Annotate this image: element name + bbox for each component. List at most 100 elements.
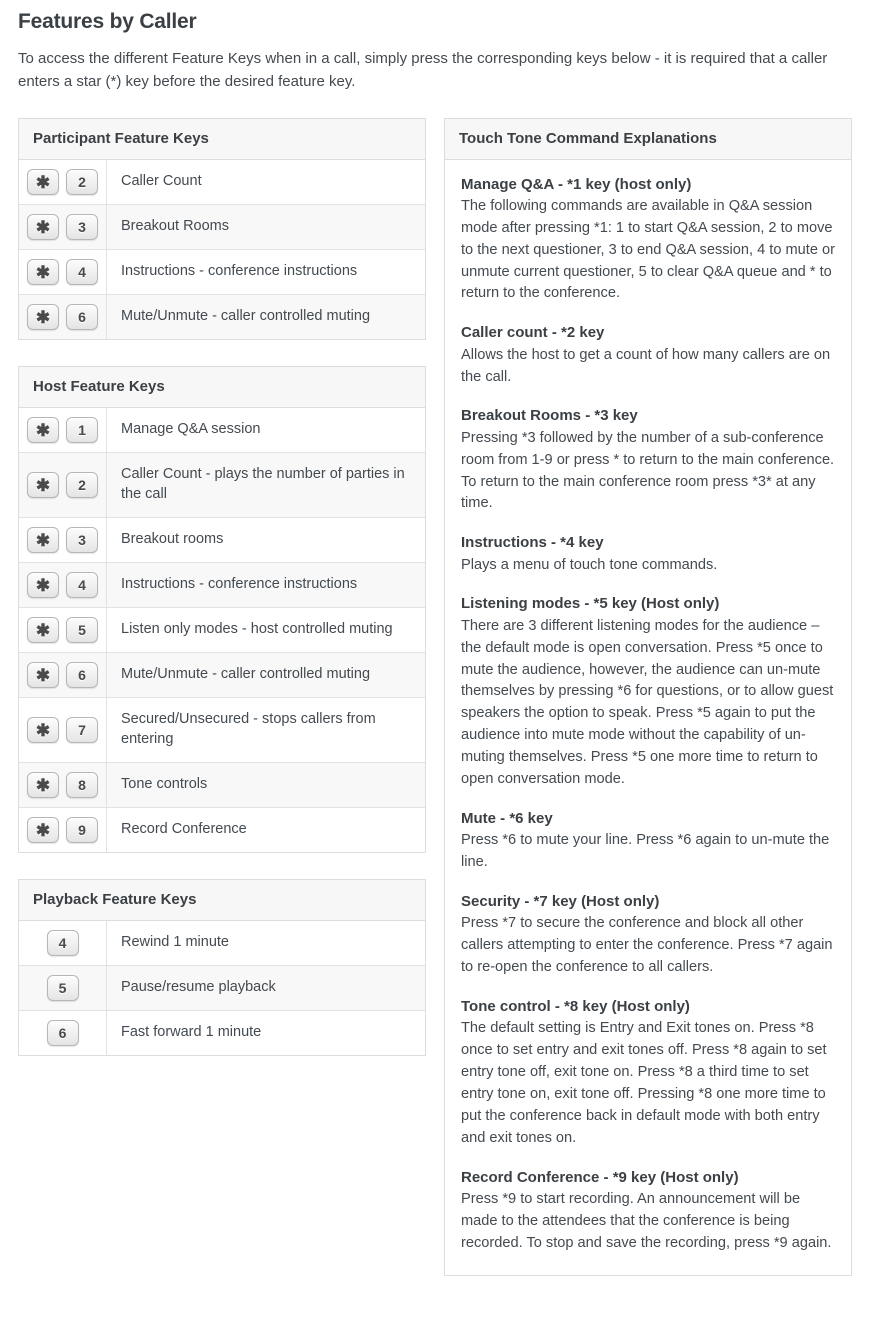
explanation-block: Record Conference - *9 key (Host only) Pr… [461,1167,835,1255]
feature-description: Instructions - conference instructions [121,262,358,279]
explanation-text: There are 3 different listening modes fo… [461,617,834,787]
star-key-icon: ✱ [27,571,59,598]
key-6-icon: 6 [66,661,98,688]
table-row: ✱ 2 Caller Count - plays the number of par… [19,452,425,518]
key-1-icon: 1 [66,416,98,443]
explanation-block: Mute - *6 key Press *6 to mute your line.… [461,808,835,874]
key-4-icon: 4 [46,929,79,956]
touch-tone-explanations-panel: Touch Tone Command Explanations Manage Q… [444,117,852,1276]
table-row: ✱ 6 Mute/Unmute - caller controlled muting [19,294,425,339]
feature-description: Breakout rooms [121,530,224,547]
content-columns: Participant Feature Keys ✱ 2 Caller Count ✱ 3… [0,94,896,1302]
key-combination-cell: ✱ 8 [19,762,107,807]
explanation-text: Pressing *3 followed by the number of a … [461,429,835,512]
star-key-icon: ✱ [27,716,59,743]
explanation-text: Press *9 to start recording. An announce… [461,1190,832,1251]
explanation-block: Manage Q&A - *1 key (host only) The follo… [461,174,835,306]
explanation-title: Listening modes - *5 key (Host only) [461,595,720,613]
participant-feature-keys-body: ✱ 2 Caller Count ✱ 3 Breakout Rooms ✱ 4 Instruct… [19,159,425,339]
key-7-icon: 7 [66,716,98,743]
explanation-text: The following commands are available in … [461,197,835,302]
feature-description: Pause/resume playback [121,979,276,996]
star-key-icon: ✱ [27,661,59,688]
key-combination-cell: ✱ 5 [19,607,107,652]
feature-description: Rewind 1 minute [121,934,229,951]
playback-feature-keys-body: 4 Rewind 1 minute 5 Pause/resume playback 6 F… [19,920,425,1055]
key-2-icon: 2 [66,168,98,195]
explanation-text: Press *7 to secure the conference and bl… [461,915,833,976]
host-feature-keys-header: Host Feature Keys [19,366,425,408]
star-key-icon: ✱ [27,213,59,240]
feature-description: Instructions - conference instructions [121,575,358,592]
table-row: ✱ 4 Instructions - conference instructions [19,562,425,608]
panel-playback-feature-keys: Playback Feature Keys 4 Rewind 1 minute 5 Pa… [18,878,426,1056]
table-row: ✱ 7 Secured/Unsecured - stops callers from… [19,697,425,763]
key-combination-cell: ✱ 6 [19,294,107,339]
explanations-panel-header: Touch Tone Command Explanations [445,118,851,160]
feature-description: Record Conference [121,821,247,838]
key-5-icon: 5 [46,974,79,1001]
explanation-text: The default setting is Entry and Exit to… [461,1020,827,1146]
key-combination-cell: 4 [19,920,107,965]
explanation-text: Allows the host to get a count of how ma… [461,346,831,385]
key-4-icon: 4 [66,571,98,598]
key-3-icon: 3 [66,213,98,240]
feature-description: Mute/Unmute - caller controlled muting [121,665,371,682]
table-row: ✱ 4 Instructions - conference instructions [19,249,425,295]
star-key-icon: ✱ [27,258,59,285]
feature-description: Tone controls [121,776,208,793]
panel-participant-feature-keys: Participant Feature Keys ✱ 2 Caller Count ✱ 3… [18,117,426,340]
key-5-icon: 5 [66,616,98,643]
table-row: ✱ 2 Caller Count [19,159,425,205]
key-combination-cell: 5 [19,965,107,1010]
explanation-text: Press *6 to mute your line. Press *6 aga… [461,832,830,871]
table-row: ✱ 6 Mute/Unmute - caller controlled muting [19,652,425,698]
star-key-icon: ✱ [27,771,59,798]
key-combination-cell: ✱ 2 [19,452,107,517]
feature-description: Caller Count - plays the number of parti… [121,465,405,503]
explanation-text: Plays a menu of touch tone commands. [461,556,718,573]
key-combination-cell: ✱ 2 [19,159,107,204]
key-8-icon: 8 [66,771,98,798]
explanation-block: Security - *7 key (Host only) Press *7 to… [461,891,835,979]
intro-section: Features by Caller To access the differe… [0,0,896,94]
explanation-title: Breakout Rooms - *3 key [461,407,638,425]
star-key-icon: ✱ [27,616,59,643]
key-combination-cell: ✱ 4 [19,249,107,294]
feature-description: Listen only modes - host controlled muti… [121,620,393,637]
explanation-title: Security - *7 key (Host only) [461,892,660,910]
key-combination-cell: 6 [19,1010,107,1055]
table-row: ✱ 3 Breakout Rooms [19,204,425,250]
page-title: Features by Caller [18,10,197,33]
explanation-title: Manage Q&A - *1 key (host only) [461,175,692,193]
key-combination-cell: ✱ 9 [19,807,107,852]
panel-host-feature-keys: Host Feature Keys ✱ 1 Manage Q&A session ✱ 2 C… [18,365,426,853]
star-key-icon: ✱ [27,416,59,443]
key-4-icon: 4 [66,258,98,285]
key-combination-cell: ✱ 4 [19,562,107,607]
key-combination-cell: ✱ 1 [19,407,107,452]
key-3-icon: 3 [66,526,98,553]
explanation-title: Record Conference - *9 key (Host only) [461,1168,739,1186]
explanation-block: Tone control - *8 key (Host only) The def… [461,996,835,1150]
explanation-title: Caller count - *2 key [461,324,605,342]
star-key-icon: ✱ [27,816,59,843]
key-6-icon: 6 [66,303,98,330]
key-6-icon: 6 [46,1019,79,1046]
table-row: 4 Rewind 1 minute [19,920,425,966]
feature-description: Manage Q&A session [121,420,261,437]
table-row: 5 Pause/resume playback [19,965,425,1011]
explanation-title: Tone control - *8 key (Host only) [461,997,690,1015]
page-intro-text: To access the different Feature Keys whe… [18,50,828,90]
table-row: ✱ 8 Tone controls [19,762,425,808]
star-key-icon: ✱ [27,471,59,498]
participant-feature-keys-header: Participant Feature Keys [19,118,425,160]
feature-key-tables-column: Participant Feature Keys ✱ 2 Caller Count ✱ 3… [18,117,426,1082]
explanation-block: Instructions - *4 key Plays a menu of tou… [461,532,835,576]
table-row: ✱ 1 Manage Q&A session [19,407,425,453]
star-key-icon: ✱ [27,303,59,330]
feature-description: Fast forward 1 minute [121,1024,262,1041]
feature-description: Caller Count [121,172,202,189]
features-by-caller-page: Features by Caller To access the differe… [0,0,896,1324]
feature-description: Mute/Unmute - caller controlled muting [121,307,371,324]
